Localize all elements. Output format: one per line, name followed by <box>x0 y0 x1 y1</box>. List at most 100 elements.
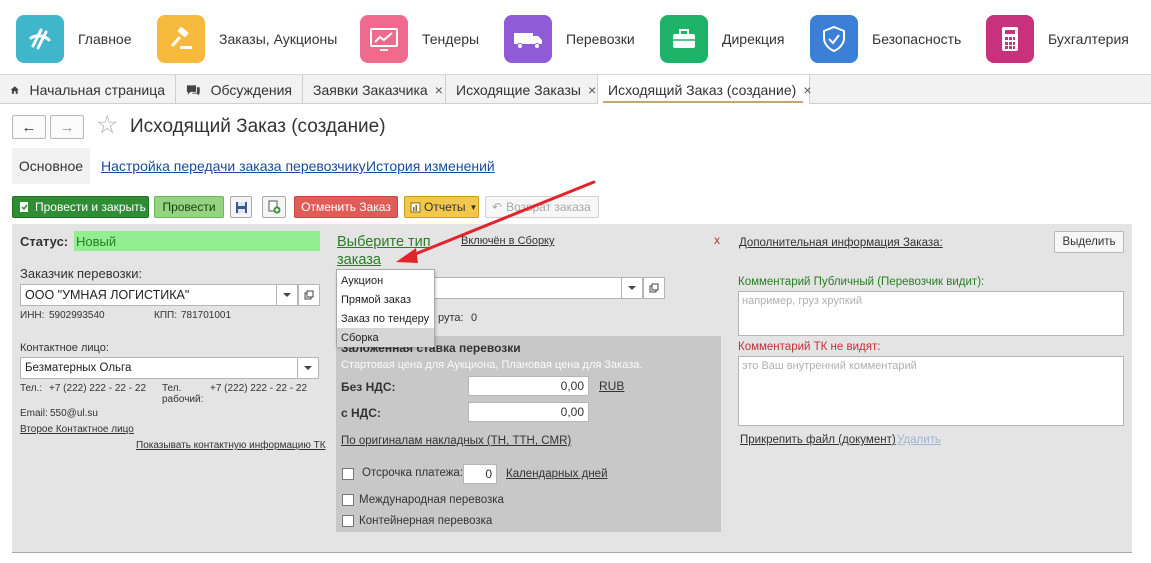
vat-input[interactable]: 0,00 <box>468 402 589 422</box>
shield-icon <box>810 15 858 63</box>
report-icon <box>410 202 421 212</box>
open-window-icon <box>304 290 314 300</box>
section-bar: Главное Заказы, Аукционы Тендеры Перевоз… <box>0 0 1151 74</box>
subtab-carrier-settings[interactable]: Настройка передачи заказа перевозчику <box>101 148 366 184</box>
route-open-button[interactable] <box>643 277 665 299</box>
highlight-button[interactable]: Выделить <box>1054 231 1124 253</box>
arrow-right-icon: → <box>59 118 75 136</box>
close-icon[interactable]: × <box>435 82 443 98</box>
international-label: Международная перевозка <box>359 494 504 506</box>
dropdown-option-tender-order[interactable]: Заказ по тендеру <box>337 309 434 328</box>
caret-down-icon: ▼ <box>469 202 478 212</box>
dropdown-option-auction[interactable]: Аукцион <box>337 271 434 290</box>
status-label: Статус: <box>20 234 69 249</box>
originals-link[interactable]: По оригиналам накладных (ТН, ТТН, CMR) <box>341 435 571 447</box>
order-type-link[interactable]: Выберите тип заказа <box>337 233 447 269</box>
route-count: 0 <box>471 312 478 324</box>
document-add-icon <box>268 200 281 214</box>
email-value: 550@ul.su <box>50 408 98 419</box>
floppy-disk-icon <box>235 201 247 213</box>
tel-label: Тел.: <box>20 383 43 394</box>
undo-icon: ↶ <box>492 200 503 214</box>
deferral-label: Отсрочка платежа: <box>362 467 464 479</box>
attach-file-link[interactable]: Прикрепить файл (документ) <box>740 434 896 446</box>
subtab-main[interactable]: Основное <box>12 148 90 184</box>
currency-link[interactable]: RUB <box>599 379 624 393</box>
tel-work-value: +7 (222) 222 - 22 - 22 <box>210 383 308 394</box>
favorite-star-icon[interactable]: ☆ <box>96 111 118 139</box>
tel-value: +7 (222) 222 - 22 - 22 <box>49 383 147 394</box>
cancel-order-button[interactable]: Отменить Заказ <box>294 196 398 218</box>
tab-outgoing-orders[interactable]: Исходящие Заказы × <box>446 75 598 104</box>
customer-field[interactable]: ООО "УМНАЯ ЛОГИСТИКА" <box>20 284 277 306</box>
truck-icon <box>504 15 552 63</box>
contact-field[interactable]: Безматерных Ольга <box>20 357 298 379</box>
public-comment-input[interactable]: например, груз хрупкий <box>738 291 1124 336</box>
document-check-icon <box>20 202 28 212</box>
included-in-assembly-link[interactable]: Включён в Сборку <box>461 235 555 247</box>
reports-button[interactable]: Отчеты ▼ <box>404 196 479 218</box>
deferral-checkbox[interactable] <box>342 468 354 480</box>
active-tab-indicator <box>603 101 803 103</box>
email-label: Email: <box>20 408 48 419</box>
forward-button[interactable]: → <box>50 115 84 139</box>
tab-customer-requests[interactable]: Заявки Заказчика × <box>303 75 446 104</box>
show-contact-tk-link[interactable]: Показывать контактную информацию ТК <box>136 440 326 451</box>
second-contact-link[interactable]: Второе Контактное лицо <box>20 424 134 435</box>
contact-dropdown-button[interactable] <box>297 357 319 379</box>
calendar-days-link[interactable]: Календарных дней <box>506 468 608 480</box>
close-icon[interactable]: x <box>714 233 720 247</box>
tel-work-label: Тел. рабочий: <box>162 383 204 405</box>
contact-label: Контактное лицо: <box>20 342 109 354</box>
dropdown-option-assembly[interactable]: Сборка <box>337 328 434 347</box>
tab-home[interactable]: Начальная страница <box>0 75 176 104</box>
route-dropdown-button[interactable] <box>621 277 643 299</box>
section-orders[interactable]: Заказы, Аукционы <box>157 13 337 65</box>
section-tenders[interactable]: Тендеры <box>360 13 479 65</box>
no-vat-input[interactable]: 0,00 <box>468 376 589 396</box>
form-divider <box>12 552 1132 553</box>
save-button[interactable] <box>230 196 252 218</box>
briefcase-icon <box>660 15 708 63</box>
container-checkbox[interactable] <box>342 515 354 527</box>
section-transport[interactable]: Перевозки <box>504 13 635 65</box>
close-icon[interactable]: × <box>803 82 811 98</box>
monitor-chart-icon <box>360 15 408 63</box>
international-checkbox[interactable] <box>342 494 354 506</box>
section-main[interactable]: Главное <box>16 13 132 65</box>
customer-dropdown-button[interactable] <box>276 284 298 306</box>
kpp-value: 781701001 <box>181 310 232 321</box>
status-value: Новый <box>74 231 320 251</box>
copy-button[interactable] <box>262 196 286 218</box>
tab-discussions[interactable]: Обсуждения <box>176 75 303 104</box>
tab-strip: Начальная страница Обсуждения Заявки Зак… <box>0 74 1151 104</box>
rate-hint: Стартовая цена для Аукциона, Плановая це… <box>341 359 643 371</box>
additional-info-link[interactable]: Дополнительная информация Заказа: <box>739 237 943 249</box>
route-field[interactable] <box>430 277 623 299</box>
delete-link[interactable]: Удалить <box>897 434 941 446</box>
inn-label: ИНН: <box>20 310 45 321</box>
section-security[interactable]: Безопасность <box>810 13 961 65</box>
close-icon[interactable]: × <box>588 82 596 98</box>
dropdown-option-direct-order[interactable]: Прямой заказ <box>337 290 434 309</box>
kpp-label: КПП: <box>154 310 177 321</box>
post-and-close-button[interactable]: Провести и закрыть <box>12 196 149 218</box>
order-type-dropdown: Аукцион Прямой заказ Заказ по тендеру Сб… <box>336 269 435 347</box>
deferral-input[interactable]: 0 <box>463 464 497 484</box>
subtab-history[interactable]: История изменений <box>366 148 495 184</box>
inn-value: 5902993540 <box>49 310 105 321</box>
return-order-button[interactable]: ↶ Возврат заказа <box>485 196 599 218</box>
post-button[interactable]: Провести <box>154 196 224 218</box>
back-button[interactable]: ← <box>12 115 46 139</box>
tk-comment-input[interactable]: это Ваш внутренний комментарий <box>738 356 1124 426</box>
no-vat-label: Без НДС: <box>341 380 396 394</box>
tab-outgoing-order-create[interactable]: Исходящий Заказ (создание) × <box>598 75 812 104</box>
home-icon <box>10 85 19 94</box>
customer-label: Заказчик перевозки: <box>20 266 143 281</box>
customer-open-button[interactable] <box>298 284 320 306</box>
chat-icon <box>186 84 200 95</box>
open-window-icon <box>649 283 659 293</box>
section-accounting[interactable]: Бухгалтерия <box>986 13 1129 65</box>
tk-comment-label: Комментарий ТК не видят: <box>738 341 881 353</box>
section-direction[interactable]: Дирекция <box>660 13 784 65</box>
